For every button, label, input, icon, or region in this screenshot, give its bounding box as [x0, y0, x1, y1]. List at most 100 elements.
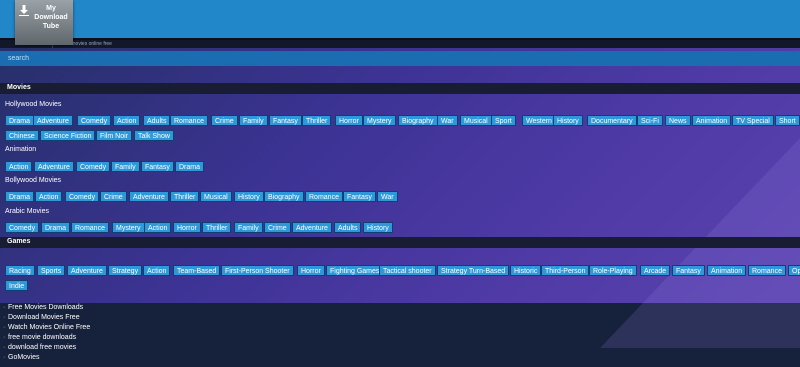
tag-news[interactable]: News	[665, 115, 691, 126]
tag-thriller[interactable]: Thriller	[170, 191, 200, 202]
tag-chinese[interactable]: Chinese	[5, 130, 39, 141]
tag-role-playing[interactable]: Role-Playing	[589, 265, 637, 276]
category-title-hollywood: Hollywood Movies	[5, 101, 62, 108]
tag-crime[interactable]: Crime	[100, 191, 127, 202]
tag-indie[interactable]: Indie	[5, 280, 29, 291]
tag-crime[interactable]: Crime	[211, 115, 238, 126]
tag-fantasy[interactable]: Fantasy	[269, 115, 302, 126]
logo-line-3: Tube	[42, 23, 60, 30]
category-title-animation: Animation	[5, 146, 37, 153]
tag-drama[interactable]: Drama	[175, 161, 205, 172]
tag-romance[interactable]: Romance	[71, 222, 109, 233]
site-logo[interactable]: My Download Tube	[15, 0, 73, 45]
tag-crime[interactable]: Crime	[264, 222, 291, 233]
tag-action[interactable]: Action	[35, 191, 63, 202]
tag-comedy[interactable]: Comedy	[5, 222, 40, 233]
tag-drama[interactable]: Drama	[41, 222, 71, 233]
tag-mystery[interactable]: Mystery	[112, 222, 145, 233]
tag-war[interactable]: War	[437, 115, 458, 126]
tag-musical[interactable]: Musical	[460, 115, 492, 126]
tag-adventure[interactable]: Adventure	[129, 191, 169, 202]
tag-family[interactable]: Family	[111, 161, 140, 172]
section-header-games: Games	[0, 237, 800, 248]
tag-tactical-shooter[interactable]: Tactical shooter	[379, 265, 436, 276]
tag-history[interactable]: History	[234, 191, 264, 202]
tag-adventure[interactable]: Adventure	[67, 265, 107, 276]
footer-link-label[interactable]: download free movies	[8, 344, 76, 351]
tag-fantasy[interactable]: Fantasy	[343, 191, 376, 202]
tag-adventure[interactable]: Adventure	[34, 161, 74, 172]
tag-historic[interactable]: Historic	[510, 265, 542, 276]
tag-drama[interactable]: Drama	[5, 115, 35, 126]
tag-fantasy[interactable]: Fantasy	[672, 265, 705, 276]
footer-link-label[interactable]: Download Movies Free	[8, 314, 80, 321]
logo-line-2: Download	[34, 14, 68, 21]
footer-link-label[interactable]: free movie downloads	[8, 334, 76, 341]
tag-first-person-shooter[interactable]: First-Person Shooter	[221, 265, 294, 276]
tag-adults[interactable]: Adults	[334, 222, 362, 233]
tag-family[interactable]: Family	[234, 222, 263, 233]
tag-strategy-turn-based[interactable]: Strategy Turn-Based	[437, 265, 510, 276]
footer-link-label[interactable]: GoMovies	[8, 354, 40, 361]
tag-action[interactable]: Action	[113, 115, 141, 126]
footer-link-label[interactable]: Free Movies Downloads	[8, 304, 83, 311]
tag-short[interactable]: Short	[775, 115, 800, 126]
tag-comedy[interactable]: Comedy	[77, 115, 112, 126]
tag-sports[interactable]: Sports	[37, 265, 66, 276]
tagline-strip: Watch movies online free	[0, 40, 800, 48]
tag-family[interactable]: Family	[239, 115, 268, 126]
logo-text: My Download Tube	[31, 4, 71, 31]
tag-team-based[interactable]: Team-Based	[173, 265, 221, 276]
tag-arcade[interactable]: Arcade	[640, 265, 671, 276]
tag-third-person[interactable]: Third-Person	[541, 265, 590, 276]
tag-thriller[interactable]: Thriller	[302, 115, 332, 126]
tag-racing[interactable]: Racing	[5, 265, 35, 276]
tag-romance[interactable]: Romance	[170, 115, 208, 126]
tag-action[interactable]: Action	[144, 222, 172, 233]
tag-action[interactable]: Action	[5, 161, 33, 172]
tag-fighting-games[interactable]: Fighting Games	[326, 265, 384, 276]
tag-mystery[interactable]: Mystery	[363, 115, 396, 126]
tag-open[interactable]: Open	[788, 265, 800, 276]
tag-horror[interactable]: Horror	[173, 222, 201, 233]
tag-biography[interactable]: Biography	[398, 115, 438, 126]
tag-western[interactable]: Western	[522, 115, 556, 126]
tag-sci-fi[interactable]: Sci-Fi	[637, 115, 663, 126]
tag-comedy[interactable]: Comedy	[65, 191, 100, 202]
section-title-movies: Movies	[7, 84, 31, 91]
download-arrow-icon	[19, 5, 29, 16]
tag-thriller[interactable]: Thriller	[202, 222, 232, 233]
search-input[interactable]	[8, 51, 788, 66]
tag-adventure[interactable]: Adventure	[292, 222, 332, 233]
tag-film-noir[interactable]: Film Noir	[96, 130, 132, 141]
tag-drama[interactable]: Drama	[5, 191, 35, 202]
category-title-bollywood: Bollywood Movies	[5, 177, 62, 184]
tag-animation[interactable]: Animation	[707, 265, 747, 276]
tag-adventure[interactable]: Adventure	[33, 115, 73, 126]
tag-tv-special[interactable]: TV Special	[732, 115, 774, 126]
top-bar	[0, 0, 800, 38]
tag-action[interactable]: Action	[143, 265, 171, 276]
tag-romance[interactable]: Romance	[748, 265, 786, 276]
tag-animation[interactable]: Animation	[692, 115, 732, 126]
tag-romance[interactable]: Romance	[305, 191, 343, 202]
tag-fantasy[interactable]: Fantasy	[141, 161, 174, 172]
tag-history[interactable]: History	[553, 115, 583, 126]
search-bar	[0, 51, 800, 66]
tag-horror[interactable]: Horror	[297, 265, 325, 276]
section-title-games: Games	[7, 238, 31, 245]
tag-history[interactable]: History	[363, 222, 393, 233]
tag-strategy[interactable]: Strategy	[108, 265, 143, 276]
tag-horror[interactable]: Horror	[335, 115, 363, 126]
tag-documentary[interactable]: Documentary	[587, 115, 637, 126]
category-title-arabic: Arabic Movies	[5, 208, 49, 215]
tag-adults[interactable]: Adults	[143, 115, 171, 126]
tag-biography[interactable]: Biography	[264, 191, 304, 202]
tag-war[interactable]: War	[377, 191, 398, 202]
footer-link-label[interactable]: Watch Movies Online Free	[8, 324, 90, 331]
tag-science-fiction[interactable]: Science Fiction	[40, 130, 96, 141]
tag-musical[interactable]: Musical	[200, 191, 232, 202]
tag-sport[interactable]: Sport	[491, 115, 516, 126]
tag-talk-show[interactable]: Talk Show	[134, 130, 174, 141]
tag-comedy[interactable]: Comedy	[76, 161, 111, 172]
